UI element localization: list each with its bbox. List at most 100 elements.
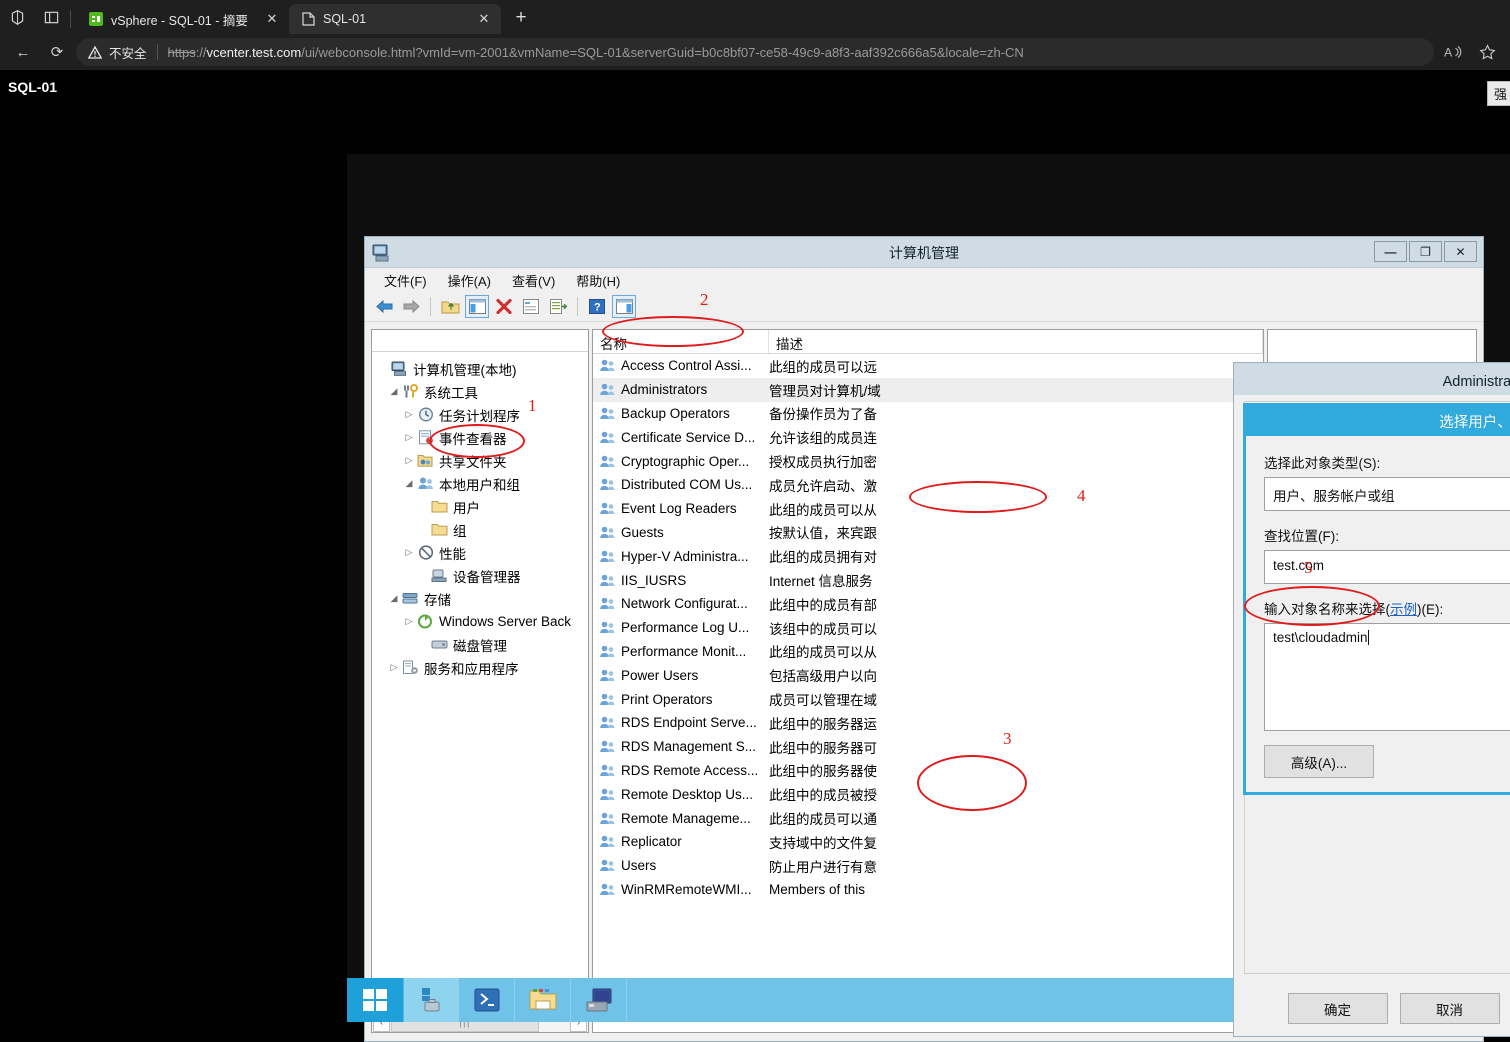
vm-screen[interactable]: 计算机管理 — ❐ ✕ 文件(F) 操作(A) 查看(V) 帮助(H) ? 计算… xyxy=(347,154,1510,1042)
tree-item-computer-management[interactable]: 计算机管理(本地) xyxy=(376,357,588,380)
taskbar-server-manager-icon[interactable] xyxy=(403,978,459,1022)
table-row[interactable]: Guests 按默认值，来宾跟 xyxy=(593,521,1263,545)
menu-view[interactable]: 查看(V) xyxy=(503,269,564,292)
ok-button[interactable]: 确定 xyxy=(1287,993,1388,1024)
menu-action[interactable]: 操作(A) xyxy=(439,269,500,292)
minimize-icon[interactable]: — xyxy=(1374,241,1407,262)
forward-arrow-icon[interactable] xyxy=(399,295,423,318)
groups-list-pane[interactable]: 名称 描述 Access Control Assi... 此组的成员可以远 Admi… xyxy=(592,329,1264,1033)
tree-item-device-manager[interactable]: 设备管理器 xyxy=(376,564,588,587)
expander[interactable]: ▷ xyxy=(402,616,416,627)
table-row[interactable]: RDS Management S... 此组中的服务器可 xyxy=(593,735,1263,759)
console-tree-pane[interactable]: 计算机管理(本地) ◢ 系统工具 ▷ 任务计划程序 ▷! 事件查看器 ▷ 共享文件夹 ◢… xyxy=(371,329,589,1033)
table-row[interactable]: Distributed COM Us... 成员允许启动、激 xyxy=(593,473,1263,497)
show-tree-icon[interactable] xyxy=(465,295,489,318)
table-row[interactable]: Replicator 支持域中的文件复 xyxy=(593,830,1263,854)
table-row[interactable]: WinRMRemoteWMI... Members of this xyxy=(593,878,1263,902)
tree-item-groups[interactable]: 组 xyxy=(376,518,588,541)
tree-item-services-applications[interactable]: ▷ 服务和应用程序 xyxy=(376,656,588,679)
examples-link[interactable]: 示例 xyxy=(1390,602,1417,617)
table-row[interactable]: Performance Log U... 该组中的成员可以 xyxy=(593,616,1263,640)
location-input[interactable]: test.com xyxy=(1264,550,1510,584)
close-icon[interactable]: ✕ xyxy=(263,10,281,28)
table-row[interactable]: Users 防止用户进行有意 xyxy=(593,854,1263,878)
column-header-name[interactable]: 名称 xyxy=(593,330,769,353)
taskbar-powershell-icon[interactable] xyxy=(459,978,515,1022)
cm-title-bar[interactable]: 计算机管理 — ❐ ✕ xyxy=(365,237,1483,268)
groups-rows[interactable]: Access Control Assi... 此组的成员可以远 Administra… xyxy=(593,354,1263,1032)
table-row[interactable]: Cryptographic Oper... 授权成员执行加密 xyxy=(593,449,1263,473)
maximize-icon[interactable]: ❐ xyxy=(1409,241,1442,262)
tree-item-storage[interactable]: ◢ 存储 xyxy=(376,587,588,610)
table-row[interactable]: Access Control Assi... 此组的成员可以远 xyxy=(593,354,1263,378)
console-tree[interactable]: 计算机管理(本地) ◢ 系统工具 ▷ 任务计划程序 ▷! 事件查看器 ▷ 共享文件夹 ◢… xyxy=(372,352,588,1011)
table-row[interactable]: IIS_IUSRS Internet 信息服务 xyxy=(593,568,1263,592)
name-input[interactable]: test\cloudadmin xyxy=(1264,623,1510,731)
back-arrow-icon[interactable] xyxy=(372,295,396,318)
tree-item-event-viewer[interactable]: ▷! 事件查看器 xyxy=(376,426,588,449)
read-aloud-icon[interactable]: A xyxy=(1438,37,1468,67)
new-tab-button[interactable]: + xyxy=(507,4,535,32)
app-menu-icon[interactable] xyxy=(0,0,34,34)
tree-label: 性能 xyxy=(439,546,466,562)
browser-tab-vsphere[interactable]: vSphere - SQL-01 - 摘要 ✕ xyxy=(77,4,289,34)
properties-icon[interactable] xyxy=(519,295,543,318)
expander[interactable]: ▷ xyxy=(402,547,416,558)
expander[interactable]: ◢ xyxy=(387,593,401,604)
back-icon[interactable]: ← xyxy=(8,37,38,67)
table-row[interactable]: Certificate Service D... 允许该组的成员连 xyxy=(593,425,1263,449)
favorite-icon[interactable] xyxy=(1472,37,1502,67)
tree-item-local-users-groups[interactable]: ◢ 本地用户和组 xyxy=(376,472,588,495)
properties-title-bar[interactable]: Administrators 属性 ? ✕ xyxy=(1234,363,1510,395)
select-users-dialog[interactable]: 选择用户、计算机、服务帐户或组 ✕ 选择此对象类型(S): 用户、服务帐户或组 … xyxy=(1243,403,1510,795)
expander[interactable]: ◢ xyxy=(402,478,416,489)
help-icon[interactable]: ? xyxy=(585,295,609,318)
table-row[interactable]: Event Log Readers 此组的成员可以从 xyxy=(593,497,1263,521)
expander[interactable]: ▷ xyxy=(402,432,416,443)
table-row[interactable]: Remote Desktop Us... 此组中的成员被授 xyxy=(593,782,1263,806)
object-type-input[interactable]: 用户、服务帐户或组 xyxy=(1264,477,1510,511)
expander[interactable]: ▷ xyxy=(402,455,416,466)
select-dialog-title-bar[interactable]: 选择用户、计算机、服务帐户或组 ✕ xyxy=(1246,406,1510,436)
table-row[interactable]: Hyper-V Administra... 此组的成员拥有对 xyxy=(593,544,1263,568)
cancel-button[interactable]: 取消 xyxy=(1399,993,1500,1024)
tree-item-performance[interactable]: ▷ 性能 xyxy=(376,541,588,564)
table-row[interactable]: Remote Manageme... 此组的成员可以通 xyxy=(593,806,1263,830)
column-header-description[interactable]: 描述 xyxy=(769,330,1263,353)
tree-item-task-scheduler[interactable]: ▷ 任务计划程序 xyxy=(376,403,588,426)
expander[interactable]: ◢ xyxy=(387,386,401,397)
advanced-button[interactable]: 高级(A)... xyxy=(1264,745,1374,778)
close-icon[interactable]: ✕ xyxy=(1444,241,1477,262)
address-bar[interactable]: 不安全 https://vcenter.test.com/ui/webconso… xyxy=(76,38,1434,66)
table-row[interactable]: Performance Monit... 此组的成员可以从 xyxy=(593,640,1263,664)
tree-label: 磁盘管理 xyxy=(453,638,507,654)
table-row[interactable]: Power Users 包括高级用户以向 xyxy=(593,663,1263,687)
export-list-icon[interactable] xyxy=(546,295,570,318)
expander[interactable]: ▷ xyxy=(402,409,416,420)
tree-item-system-tools[interactable]: ◢ 系统工具 xyxy=(376,380,588,403)
table-row[interactable]: Administrators 管理员对计算机/域 xyxy=(593,377,1263,402)
menu-help[interactable]: 帮助(H) xyxy=(567,269,629,292)
menu-file[interactable]: 文件(F) xyxy=(375,269,436,292)
taskbar-computer-management-icon[interactable] xyxy=(571,978,627,1022)
tree-item-disk-management[interactable]: 磁盘管理 xyxy=(376,633,588,656)
start-icon[interactable] xyxy=(347,978,403,1022)
tree-item-windows-server-backup[interactable]: ▷ Windows Server Back xyxy=(376,610,588,633)
taskbar-file-explorer-icon[interactable] xyxy=(515,978,571,1022)
expander[interactable]: ▷ xyxy=(387,662,401,673)
tab-list-icon[interactable] xyxy=(34,0,68,34)
show-action-pane-icon[interactable] xyxy=(612,295,636,318)
table-row[interactable]: Backup Operators 备份操作员为了备 xyxy=(593,402,1263,426)
tree-item-shared-folders[interactable]: ▷ 共享文件夹 xyxy=(376,449,588,472)
browser-tab-sql01[interactable]: SQL-01 ✕ xyxy=(289,4,501,34)
table-row[interactable]: Print Operators 成员可以管理在域 xyxy=(593,687,1263,711)
up-folder-icon[interactable] xyxy=(438,295,462,318)
tree-item-users[interactable]: 用户 xyxy=(376,495,588,518)
console-action-button[interactable]: 强 xyxy=(1486,81,1510,106)
table-row[interactable]: RDS Remote Access... 此组中的服务器使 xyxy=(593,759,1263,783)
reload-icon[interactable]: ⟳ xyxy=(42,37,72,67)
close-icon[interactable]: ✕ xyxy=(475,10,493,28)
table-row[interactable]: Network Configurat... 此组中的成员有部 xyxy=(593,592,1263,616)
table-row[interactable]: RDS Endpoint Serve... 此组中的服务器运 xyxy=(593,711,1263,735)
delete-icon[interactable] xyxy=(492,295,516,318)
